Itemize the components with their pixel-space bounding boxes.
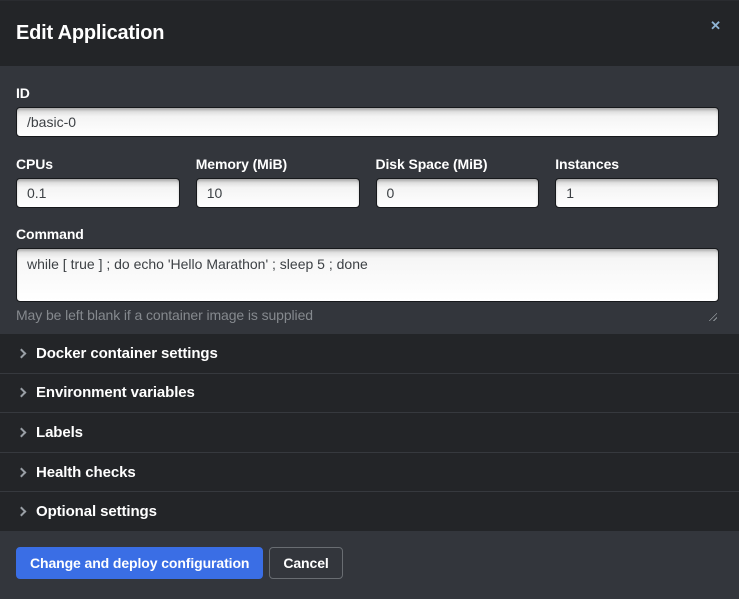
modal-footer: Change and deploy configuration Cancel <box>0 531 739 599</box>
section-health-checks[interactable]: Health checks <box>0 452 739 492</box>
change-and-deploy-button[interactable]: Change and deploy configuration <box>16 547 263 579</box>
id-label: ID <box>16 86 719 101</box>
section-label: Optional settings <box>36 503 157 520</box>
section-labels[interactable]: Labels <box>0 412 739 452</box>
disk-field-group: Disk Space (MiB) <box>376 157 540 208</box>
modal-header: Edit Application ✕ <box>0 1 739 66</box>
chevron-right-icon <box>17 348 27 358</box>
command-label: Command <box>16 227 719 242</box>
chevron-right-icon <box>17 467 27 477</box>
instances-field-group: Instances <box>555 157 719 208</box>
disk-space-label: Disk Space (MiB) <box>376 157 540 172</box>
memory-input[interactable] <box>196 178 360 208</box>
command-help-text: May be left blank if a container image i… <box>16 307 719 323</box>
cancel-button[interactable]: Cancel <box>269 547 342 579</box>
close-icon[interactable]: ✕ <box>706 15 725 36</box>
edit-application-modal: Edit Application ✕ ID CPUs Memory (MiB) … <box>0 0 739 599</box>
memory-field-group: Memory (MiB) <box>196 157 360 208</box>
disk-space-input[interactable] <box>376 178 540 208</box>
collapsible-sections: Docker container settings Environment va… <box>0 334 739 531</box>
chevron-right-icon <box>17 428 27 438</box>
cpus-field-group: CPUs <box>16 157 180 208</box>
memory-label: Memory (MiB) <box>196 157 360 172</box>
section-label: Environment variables <box>36 384 195 401</box>
section-environment-variables[interactable]: Environment variables <box>0 373 739 413</box>
chevron-right-icon <box>17 388 27 398</box>
cpus-input[interactable] <box>16 178 180 208</box>
command-textarea[interactable]: while [ true ] ; do echo 'Hello Marathon… <box>16 248 719 302</box>
id-input[interactable] <box>16 107 719 137</box>
cpus-label: CPUs <box>16 157 180 172</box>
instances-label: Instances <box>555 157 719 172</box>
instances-input[interactable] <box>555 178 719 208</box>
section-label: Labels <box>36 424 83 441</box>
modal-form-body: ID CPUs Memory (MiB) Disk Space (MiB) In… <box>0 66 739 334</box>
id-field-group: ID <box>16 86 719 137</box>
section-optional-settings[interactable]: Optional settings <box>0 491 739 531</box>
command-field-group: Command while [ true ] ; do echo 'Hello … <box>16 227 719 323</box>
section-docker-container-settings[interactable]: Docker container settings <box>0 334 739 373</box>
section-label: Health checks <box>36 464 136 481</box>
modal-title: Edit Application <box>16 22 164 45</box>
section-label: Docker container settings <box>36 345 218 362</box>
chevron-right-icon <box>17 507 27 517</box>
resources-row: CPUs Memory (MiB) Disk Space (MiB) Insta… <box>16 157 719 208</box>
